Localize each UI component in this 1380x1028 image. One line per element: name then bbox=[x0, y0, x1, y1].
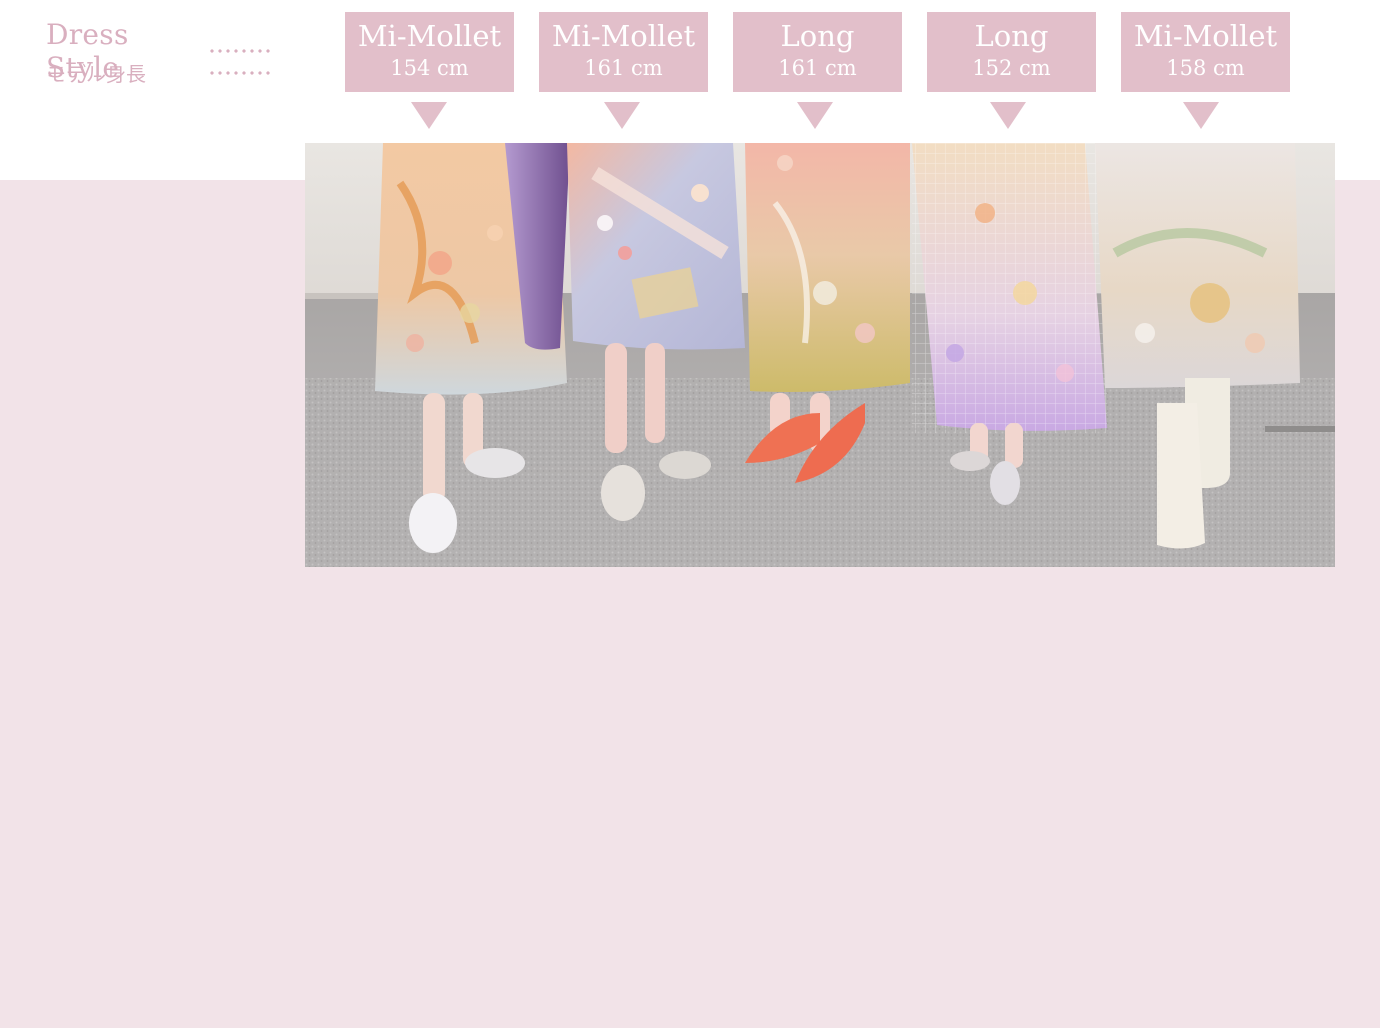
model-tag-2: Mi-Mollet 161 cm bbox=[539, 12, 708, 92]
legend: Dress Style モデル身長 bbox=[46, 18, 296, 98]
down-pointer-icon bbox=[1183, 102, 1219, 129]
down-pointer-icon bbox=[411, 102, 447, 129]
model-height: 161 cm bbox=[778, 56, 857, 80]
dress-style: Mi-Mollet bbox=[357, 19, 502, 53]
model-height: 154 cm bbox=[390, 56, 469, 80]
down-pointer-icon bbox=[990, 102, 1026, 129]
legend-height-label: モデル身長 bbox=[46, 62, 146, 86]
dotted-leader bbox=[208, 49, 270, 53]
model-tag-3: Long 161 cm bbox=[733, 12, 902, 92]
model-tag-1: Mi-Mollet 154 cm bbox=[345, 12, 514, 92]
dotted-leader bbox=[208, 70, 270, 75]
kimono-photo bbox=[305, 143, 1335, 567]
model-height: 152 cm bbox=[972, 56, 1051, 80]
model-tag-4: Long 152 cm bbox=[927, 12, 1096, 92]
model-height: 158 cm bbox=[1166, 56, 1245, 80]
dress-style: Long bbox=[780, 19, 855, 53]
model-tag-5: Mi-Mollet 158 cm bbox=[1121, 12, 1290, 92]
dress-style: Long bbox=[974, 19, 1049, 53]
page: Dress Style モデル身長 Mi-Mollet 154 cm Mi-Mo… bbox=[0, 0, 1380, 1028]
model-height: 161 cm bbox=[584, 56, 663, 80]
kimono-illustration bbox=[305, 143, 1335, 567]
dress-style: Mi-Mollet bbox=[1133, 19, 1278, 53]
down-pointer-icon bbox=[797, 102, 833, 129]
down-pointer-icon bbox=[604, 102, 640, 129]
legend-height-row: モデル身長 bbox=[46, 58, 270, 87]
dress-style: Mi-Mollet bbox=[551, 19, 696, 53]
